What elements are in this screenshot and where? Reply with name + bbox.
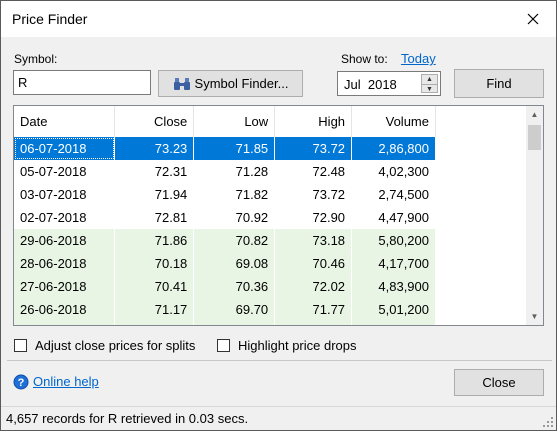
cell-low: 71.85 — [193, 137, 276, 160]
scroll-thumb[interactable] — [528, 125, 541, 150]
cell-high: 72.02 — [274, 275, 353, 298]
table-row[interactable]: 27-06-2018 70.41 70.36 72.02 4,83,900 — [14, 275, 436, 298]
column-header-close[interactable]: Close — [114, 106, 195, 137]
price-grid[interactable]: Date Close Low High Volume 06-07-2018 73.… — [13, 105, 544, 326]
svg-text:?: ? — [18, 377, 25, 389]
status-bar: 4,657 records for R retrieved in 0.03 se… — [1, 406, 556, 430]
column-header-date[interactable]: Date — [14, 106, 116, 137]
find-button[interactable]: Find — [454, 69, 544, 98]
symbol-input[interactable] — [13, 70, 151, 95]
scroll-up-icon[interactable]: ▲ — [526, 106, 543, 123]
cell-volume: 2,74,500 — [351, 183, 436, 206]
cell-high: 71.77 — [274, 298, 353, 321]
cell-date: 27-06-2018 — [14, 275, 116, 298]
cell-low: 70.92 — [193, 206, 276, 229]
show-to-label: Show to: — [341, 52, 388, 66]
cell-date: 02-07-2018 — [14, 206, 116, 229]
cell-close: 71.17 — [114, 298, 195, 321]
cell-close: 72.31 — [114, 160, 195, 183]
cell-low: 71.28 — [193, 160, 276, 183]
highlight-drops-checkbox[interactable]: Highlight price drops — [217, 338, 357, 353]
cell-date: 06-07-2018 — [14, 137, 116, 160]
table-row[interactable]: 06-07-2018 73.23 71.85 73.72 2,86,800 — [14, 137, 436, 160]
checkbox-box[interactable] — [14, 339, 27, 352]
resize-grip-icon[interactable] — [542, 416, 554, 428]
table-row[interactable]: 25-06-201871.2870.6872.015,07,000 — [14, 321, 436, 325]
divider — [7, 360, 552, 361]
month-year-picker[interactable]: Jul 2018 ▲ ▼ — [337, 71, 441, 96]
symbol-finder-label: Symbol Finder... — [194, 76, 289, 91]
cell-close: 71.94 — [114, 183, 195, 206]
adjust-splits-label: Adjust close prices for splits — [35, 338, 196, 353]
cell-date: 05-07-2018 — [14, 160, 116, 183]
table-row[interactable]: 03-07-2018 71.94 71.82 73.72 2,74,500 — [14, 183, 436, 206]
cell-high: 70.46 — [274, 252, 353, 275]
cell-volume: 4,83,900 — [351, 275, 436, 298]
spin-up-icon[interactable]: ▲ — [422, 75, 437, 84]
window-close-button[interactable] — [510, 1, 556, 37]
spin-down-icon[interactable]: ▼ — [422, 84, 437, 93]
month-year-value: Jul 2018 — [344, 77, 397, 92]
cell-date: 26-06-2018 — [14, 298, 116, 321]
table-row[interactable]: 05-07-2018 72.31 71.28 72.48 4,02,300 — [14, 160, 436, 183]
online-help-link[interactable]: Online help — [33, 374, 99, 389]
symbol-label: Symbol: — [14, 52, 58, 66]
cell-date: 28-06-2018 — [14, 252, 116, 275]
table-row[interactable]: 26-06-2018 71.17 69.70 71.77 5,01,200 — [14, 298, 436, 321]
cell-high: 72.90 — [274, 206, 353, 229]
cell-close: 72.81 — [114, 206, 195, 229]
grid-header-row: Date Close Low High Volume — [14, 106, 436, 137]
symbol-finder-button[interactable]: Symbol Finder... — [158, 70, 303, 97]
price-finder-dialog: Price Finder Symbol: Symbol Finder... Sh… — [0, 0, 557, 431]
table-row[interactable]: 29-06-2018 71.86 70.82 73.18 5,80,200 — [14, 229, 436, 252]
cell-low: 70.68 — [193, 321, 276, 325]
column-header-high[interactable]: High — [274, 106, 353, 137]
scroll-down-icon[interactable]: ▼ — [526, 308, 543, 325]
cell-high: 73.72 — [274, 137, 353, 160]
highlight-drops-label: Highlight price drops — [238, 338, 357, 353]
title-bar: Price Finder — [1, 1, 556, 37]
cell-high: 73.18 — [274, 229, 353, 252]
close-button[interactable]: Close — [454, 369, 544, 396]
cell-date: 29-06-2018 — [14, 229, 116, 252]
status-text: 4,657 records for R retrieved in 0.03 se… — [6, 411, 249, 426]
cell-close: 71.28 — [114, 321, 195, 325]
vertical-scrollbar[interactable]: ▲ ▼ — [526, 106, 543, 325]
cell-low: 70.36 — [193, 275, 276, 298]
column-header-low[interactable]: Low — [193, 106, 276, 137]
cell-volume: 4,47,900 — [351, 206, 436, 229]
cell-volume: 4,17,700 — [351, 252, 436, 275]
cell-high: 73.72 — [274, 183, 353, 206]
cell-date: 03-07-2018 — [14, 183, 116, 206]
adjust-splits-checkbox[interactable]: Adjust close prices for splits — [14, 338, 195, 353]
cell-low: 69.08 — [193, 252, 276, 275]
cell-high: 72.01 — [274, 321, 353, 325]
column-header-volume[interactable]: Volume — [351, 106, 436, 137]
cell-low: 71.82 — [193, 183, 276, 206]
close-icon — [527, 13, 539, 25]
window-title: Price Finder — [12, 11, 88, 27]
binoculars-icon — [173, 77, 191, 91]
cell-low: 70.82 — [193, 229, 276, 252]
cell-close: 70.18 — [114, 252, 195, 275]
today-link[interactable]: Today — [401, 51, 436, 66]
cell-close: 70.41 — [114, 275, 195, 298]
table-row[interactable]: 28-06-2018 70.18 69.08 70.46 4,17,700 — [14, 252, 436, 275]
help-icon[interactable]: ? — [13, 374, 29, 393]
cell-low: 69.70 — [193, 298, 276, 321]
cell-volume: 4,02,300 — [351, 160, 436, 183]
checkbox-box[interactable] — [217, 339, 230, 352]
cell-volume: 5,01,200 — [351, 298, 436, 321]
table-row[interactable]: 02-07-2018 72.81 70.92 72.90 4,47,900 — [14, 206, 436, 229]
cell-volume: 2,86,800 — [351, 137, 436, 160]
cell-close: 71.86 — [114, 229, 195, 252]
cell-volume: 5,07,000 — [351, 321, 436, 325]
cell-volume: 5,80,200 — [351, 229, 436, 252]
month-year-spinner[interactable]: ▲ ▼ — [421, 74, 438, 93]
cell-high: 72.48 — [274, 160, 353, 183]
cell-date: 25-06-2018 — [14, 321, 116, 325]
cell-close: 73.23 — [114, 137, 195, 160]
